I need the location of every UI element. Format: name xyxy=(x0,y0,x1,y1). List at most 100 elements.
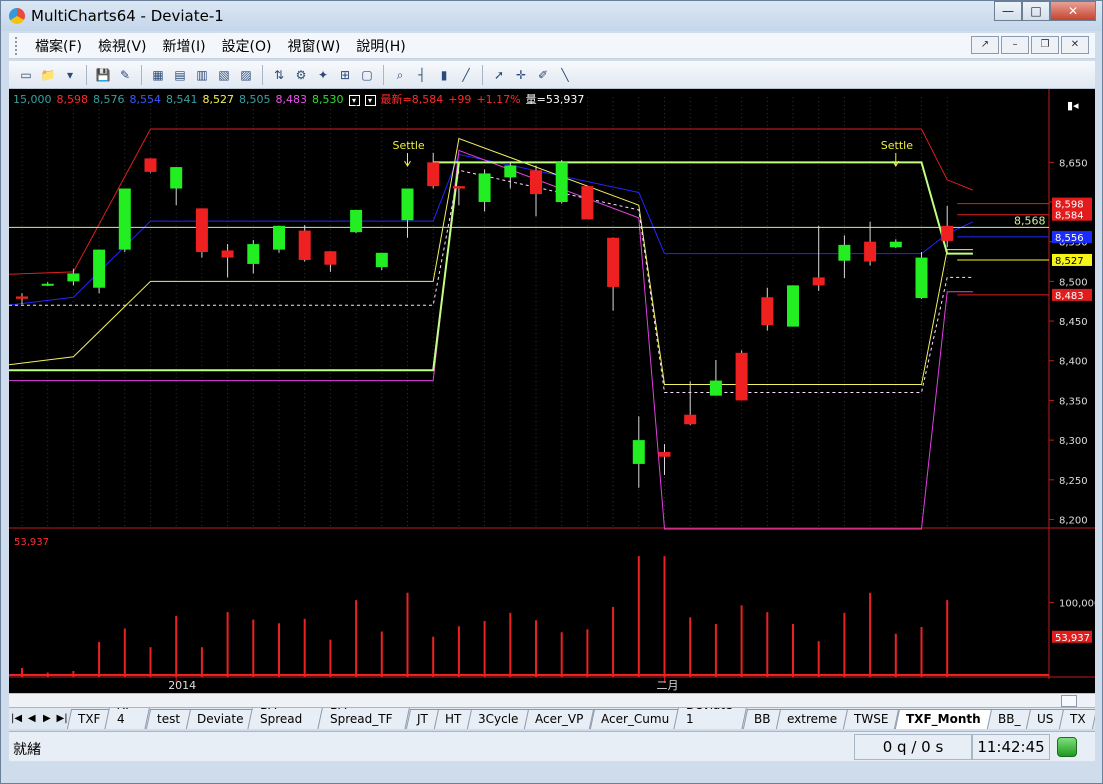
first-tab-icon[interactable]: |◀ xyxy=(9,709,24,729)
chart2-icon[interactable]: ▤ xyxy=(171,66,189,84)
candle-body xyxy=(16,296,28,299)
mdi-minimize-button[interactable]: – xyxy=(1001,36,1029,54)
volume-badge-label: 53,937 xyxy=(1055,633,1090,644)
candle-body xyxy=(144,158,157,172)
candle-body xyxy=(761,297,774,326)
menu-file[interactable]: 檔案(F) xyxy=(27,36,90,56)
price-badge-label: 8,584 xyxy=(1055,211,1084,222)
queue-status: 0 q / 0 s xyxy=(854,734,972,760)
dropdown-icon[interactable]: ▾ xyxy=(61,66,79,84)
crosshair-icon[interactable]: ✛ xyxy=(512,66,530,84)
scrollbar-thumb[interactable] xyxy=(1061,695,1077,707)
candle-icon[interactable]: ▮ xyxy=(435,66,453,84)
indicator-icon[interactable]: ⇅ xyxy=(270,66,288,84)
tab-deviate-1[interactable]: Deviate-1 xyxy=(673,708,750,729)
candle-body xyxy=(709,380,722,396)
menu-settings[interactable]: 設定(O) xyxy=(214,36,280,56)
clock: 11:42:45 xyxy=(972,734,1050,760)
tab-deviate[interactable]: Deviate xyxy=(185,709,255,729)
next-tab-icon[interactable]: ▶ xyxy=(39,709,54,729)
tab-3cycle[interactable]: 3Cycle xyxy=(466,709,530,729)
indicator-line xyxy=(9,137,973,386)
minimize-button[interactable]: — xyxy=(994,1,1022,21)
bar-icon[interactable]: ┤ xyxy=(413,66,431,84)
edit-icon[interactable]: ✎ xyxy=(116,66,134,84)
tab-test[interactable]: test xyxy=(145,709,192,729)
price-tick-label: 8,350 xyxy=(1059,396,1088,407)
price-chart[interactable]: 8,6508,6008,5508,5008,4508,4008,3508,300… xyxy=(9,89,1095,693)
menu-help[interactable]: 說明(H) xyxy=(348,36,413,56)
connection-status-icon[interactable] xyxy=(1057,737,1077,757)
time-tick-label: 二月 xyxy=(657,679,679,692)
trendline-icon[interactable]: ╲ xyxy=(556,66,574,84)
tab-twse[interactable]: TWSE xyxy=(843,709,901,729)
mdi-close-button[interactable]: ✕ xyxy=(1061,36,1089,54)
tab-acer-cumu[interactable]: Acer_Cumu xyxy=(589,709,681,729)
candle-body xyxy=(478,173,491,203)
line-icon[interactable]: ╱ xyxy=(457,66,475,84)
horizontal-scrollbar[interactable] xyxy=(9,693,1095,707)
candle-body xyxy=(504,165,517,178)
toolbar-separator xyxy=(86,64,87,85)
menu-grip-icon[interactable] xyxy=(15,36,19,55)
menu-window[interactable]: 視窗(W) xyxy=(280,36,349,56)
candle-body xyxy=(915,257,928,299)
price-tick-label: 8,450 xyxy=(1059,317,1088,328)
candle-body xyxy=(427,162,440,187)
tab-label: Acer_VP xyxy=(535,712,584,726)
settle-label: Settle xyxy=(393,139,425,152)
candle-body xyxy=(93,249,106,288)
strategy-icon[interactable]: ⚙ xyxy=(292,66,310,84)
candle-body xyxy=(812,277,825,286)
format-icon[interactable]: ▢ xyxy=(358,66,376,84)
tab-ba-spread-tf[interactable]: BA Spread_TF xyxy=(317,708,413,729)
mdi-restore-button[interactable]: ❐ xyxy=(1031,36,1059,54)
chart-scroll-icon: ▮◂ xyxy=(1067,99,1079,112)
toolbar-separator xyxy=(141,64,142,85)
close-button[interactable]: ✕ xyxy=(1050,1,1096,21)
status-bar: 就緒 0 q / 0 s 11:42:45 xyxy=(9,731,1095,761)
toolbar-separator xyxy=(383,64,384,85)
candle-body xyxy=(684,414,697,425)
menu-insert[interactable]: 新增(I) xyxy=(155,36,214,56)
mdi-float-button[interactable]: ↗ xyxy=(971,36,999,54)
draw-icon[interactable]: ✐ xyxy=(534,66,552,84)
candle-body xyxy=(607,237,620,287)
prev-tab-icon[interactable]: ◀ xyxy=(24,709,39,729)
tab-tx[interactable]: TX xyxy=(1059,709,1095,729)
tab-txf-month[interactable]: TXF_Month xyxy=(894,709,992,729)
menu-bar: 檔案(F) 檢視(V) 新增(I) 設定(O) 視窗(W) 說明(H) ↗ – … xyxy=(9,33,1095,59)
chart-icon[interactable]: ▦ xyxy=(149,66,167,84)
candle-body xyxy=(735,352,748,401)
tab-xf-4[interactable]: XF-4 xyxy=(104,708,153,729)
tab-bb-[interactable]: BB_ xyxy=(986,709,1032,729)
zoom-icon[interactable]: ⌕ xyxy=(391,66,409,84)
mdi-controls: ↗ – ❐ ✕ xyxy=(971,36,1089,54)
tab-label: 3Cycle xyxy=(478,712,519,726)
maximize-button[interactable]: □ xyxy=(1022,1,1050,21)
menu-view[interactable]: 檢視(V) xyxy=(90,36,155,56)
tab-acer-vp[interactable]: Acer_VP xyxy=(524,709,595,729)
toolbar-separator xyxy=(482,64,483,85)
chart-area[interactable]: 15,000 8,598 8,576 8,554 8,541 8,527 8,505 8,48… xyxy=(9,89,1095,693)
chart4-icon[interactable]: ▧ xyxy=(215,66,233,84)
candle-body xyxy=(658,452,671,457)
app-window: MultiCharts64 - Deviate-1 — □ ✕ 檔案(F) 檢視… xyxy=(0,0,1103,784)
open-icon[interactable]: 📁 xyxy=(39,66,57,84)
tool-icon[interactable]: ✦ xyxy=(314,66,332,84)
chart5-icon[interactable]: ▨ xyxy=(237,66,255,84)
chart3-icon[interactable]: ▥ xyxy=(193,66,211,84)
signal-icon[interactable]: ⊞ xyxy=(336,66,354,84)
cursor-icon[interactable]: ➚ xyxy=(490,66,508,84)
tab-label: extreme xyxy=(787,712,838,726)
candle-body xyxy=(401,188,414,221)
candle-body xyxy=(350,209,363,233)
save-icon[interactable]: 💾 xyxy=(94,66,112,84)
tab-ba-spread[interactable]: BA Spread xyxy=(247,708,326,729)
candle-body xyxy=(41,283,54,286)
candle-body xyxy=(941,225,954,241)
new-icon[interactable]: ▭ xyxy=(17,66,35,84)
tab-extreme[interactable]: extreme xyxy=(776,709,849,729)
price-badge-label: 8,483 xyxy=(1055,291,1084,302)
candle-body xyxy=(375,252,388,268)
